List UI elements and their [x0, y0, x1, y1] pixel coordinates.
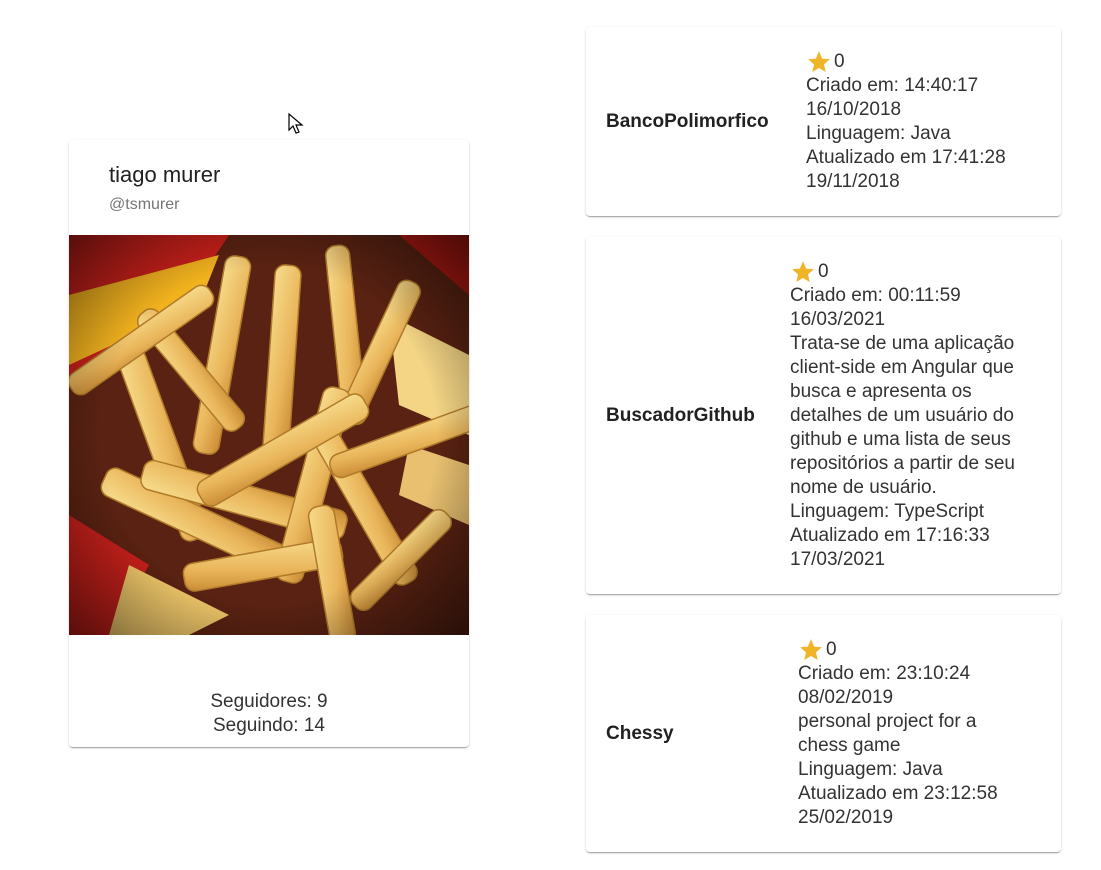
repo-description: Trata-se de uma aplicação client-side em…: [790, 332, 1015, 500]
repo-updated-date: 19/11/2018: [806, 171, 900, 192]
page: tiago murer @tsmurer Seguidores: 9 Segui…: [0, 0, 1101, 870]
star-count: 0: [826, 639, 837, 660]
repo-description-line: repositórios a partir de seu: [790, 453, 1015, 474]
repo-description-line: busca e apresenta os: [790, 381, 972, 402]
repo-description-line: Trata-se de uma aplicação: [790, 333, 1015, 354]
repo-created-date: 08/02/2019: [798, 687, 894, 708]
repo-description-line: nome de usuário.: [790, 477, 937, 498]
repo-description-line: detalhes de um usuário do: [790, 405, 1014, 426]
repo-details: 0 Criado em: 14:40:17 16/10/2018 Linguag…: [806, 48, 1006, 194]
repo-description-line: chess game: [798, 735, 901, 756]
repo-description: personal project for a chess game: [798, 710, 998, 758]
followers-count: Seguidores: 9: [210, 691, 328, 712]
repo-created-date: 16/03/2021: [790, 309, 886, 330]
avatar: [69, 235, 469, 635]
repo-card[interactable]: BancoPolimorfico 0 Criado em: 14:40:17 1…: [586, 27, 1061, 216]
profile-name: tiago murer: [109, 162, 221, 187]
profile-stats: Seguidores: 9 Seguindo: 14: [69, 690, 469, 738]
repo-description-line: client-side em Angular que: [790, 357, 1014, 378]
repo-details: 0 Criado em: 23:10:24 08/02/2019 persona…: [798, 636, 998, 830]
repo-updated-date: 25/02/2019: [798, 807, 894, 828]
repo-created: Criado em: 00:11:59: [790, 285, 961, 306]
following-count: Seguindo: 14: [213, 715, 325, 736]
repo-card[interactable]: Chessy 0 Criado em: 23:10:24 08/02/2019 …: [586, 615, 1061, 852]
repo-description-line: personal project for a: [798, 711, 977, 732]
repo-created: Criado em: 14:40:17: [806, 75, 979, 96]
repo-language: Linguagem: Java: [806, 123, 951, 144]
repo-details: 0 Criado em: 00:11:59 16/03/2021 Trata-s…: [790, 258, 1015, 572]
star-icon: [792, 261, 814, 282]
repo-updated-date: 17/03/2021: [790, 549, 886, 570]
profile-header: tiago murer @tsmurer: [109, 160, 220, 216]
profile-card: tiago murer @tsmurer Seguidores: 9 Segui…: [69, 140, 469, 747]
repo-created-date: 16/10/2018: [806, 99, 902, 120]
mouse-cursor-icon: [288, 113, 304, 134]
avatar-image: [69, 235, 469, 635]
repo-created: Criado em: 23:10:24: [798, 663, 971, 684]
star-icon: [800, 639, 822, 660]
repo-stars: 0: [798, 636, 998, 664]
repo-updated: Atualizado em 17:41:28: [806, 147, 1006, 168]
repo-name[interactable]: Chessy: [606, 723, 674, 745]
star-count: 0: [818, 261, 829, 282]
repo-stars: 0: [790, 258, 1015, 286]
repo-name[interactable]: BuscadorGithub: [606, 405, 755, 427]
repo-updated: Atualizado em 23:12:58: [798, 783, 998, 804]
star-icon: [808, 51, 830, 72]
repo-language: Linguagem: TypeScript: [790, 501, 984, 522]
repo-card[interactable]: BuscadorGithub 0 Criado em: 00:11:59 16/…: [586, 237, 1061, 594]
profile-login: @tsmurer: [109, 196, 180, 213]
repo-language: Linguagem: Java: [798, 759, 943, 780]
repo-name[interactable]: BancoPolimorfico: [606, 111, 769, 133]
repo-stars: 0: [806, 48, 1006, 76]
star-count: 0: [834, 51, 845, 72]
repo-description-line: github e uma lista de seus: [790, 429, 1011, 450]
repo-updated: Atualizado em 17:16:33: [790, 525, 990, 546]
